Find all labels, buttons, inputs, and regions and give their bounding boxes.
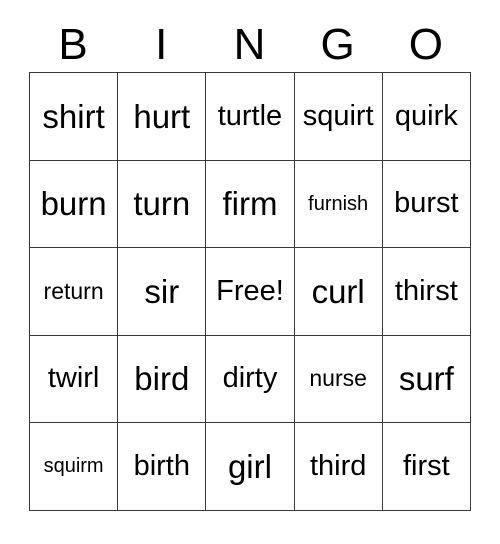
bingo-cell-word: sir bbox=[144, 272, 180, 310]
bingo-cell-word: turn bbox=[133, 185, 191, 223]
bingo-cell[interactable]: surf bbox=[382, 335, 471, 423]
bingo-cell-word: squirt bbox=[302, 99, 374, 132]
bingo-cell-word: burn bbox=[40, 185, 107, 223]
bingo-cell[interactable]: turn bbox=[118, 160, 207, 248]
bingo-cell-word: turtle bbox=[217, 99, 283, 132]
bingo-free-space-cell[interactable]: Free! bbox=[206, 248, 295, 336]
bingo-cell[interactable]: girl bbox=[206, 423, 295, 511]
bingo-header-letter-g: G bbox=[320, 20, 355, 69]
bingo-cell[interactable]: squirt bbox=[294, 73, 383, 161]
bingo-cell[interactable]: burn bbox=[30, 160, 119, 248]
bingo-cell-word: third bbox=[309, 449, 367, 482]
bingo-header-letter-i: I bbox=[155, 20, 168, 69]
bingo-cell-word: curl bbox=[311, 272, 365, 310]
bingo-cell[interactable]: first bbox=[382, 423, 471, 511]
bingo-cell[interactable]: squirm bbox=[30, 423, 119, 511]
bingo-cell[interactable]: thirst bbox=[382, 248, 471, 336]
bingo-cell[interactable]: return bbox=[30, 248, 119, 336]
bingo-card: B I N G O shirt hurt turtle squirt quirk burn turn… bbox=[29, 18, 471, 511]
bingo-free-space-label: Free! bbox=[216, 274, 284, 307]
bingo-cell[interactable]: quirk bbox=[382, 73, 471, 161]
bingo-cell[interactable]: dirty bbox=[206, 335, 295, 423]
bingo-cell[interactable]: firm bbox=[206, 160, 295, 248]
bingo-cell[interactable]: hurt bbox=[118, 73, 207, 161]
bingo-cell-word: nurse bbox=[309, 365, 367, 392]
bingo-cell[interactable]: bird bbox=[118, 335, 207, 423]
bingo-cell-word: hurt bbox=[133, 97, 191, 135]
bingo-header-letter-b: B bbox=[58, 20, 88, 69]
bingo-cell-word: girl bbox=[227, 447, 272, 485]
bingo-cell-word: return bbox=[43, 277, 104, 304]
bingo-cell[interactable]: curl bbox=[294, 248, 383, 336]
bingo-row: shirt hurt turtle squirt quirk bbox=[30, 73, 471, 161]
bingo-cell-word: thirst bbox=[394, 274, 458, 307]
bingo-cell[interactable]: furnish bbox=[294, 160, 383, 248]
bingo-header-row: BINGO bbox=[29, 18, 470, 72]
bingo-cell[interactable]: nurse bbox=[294, 335, 383, 423]
bingo-row: return sir Free! curl thirst bbox=[30, 248, 471, 336]
bingo-cell-word: dirty bbox=[222, 362, 278, 395]
bingo-header-letter-n: N bbox=[233, 20, 266, 69]
bingo-cell-word: squirm bbox=[43, 455, 104, 478]
bingo-cell-word: shirt bbox=[42, 97, 105, 135]
bingo-row: squirm birth girl third first bbox=[30, 423, 471, 511]
bingo-cell-word: twirl bbox=[47, 362, 100, 395]
bingo-cell[interactable]: sir bbox=[118, 248, 207, 336]
bingo-cell[interactable]: birth bbox=[118, 423, 207, 511]
bingo-row: burn turn firm furnish burst bbox=[30, 160, 471, 248]
bingo-grid: shirt hurt turtle squirt quirk burn turn firm fu… bbox=[29, 72, 471, 511]
bingo-cell[interactable]: third bbox=[294, 423, 383, 511]
bingo-cell-word: burst bbox=[394, 187, 459, 220]
bingo-cell-word: furnish bbox=[308, 192, 369, 215]
bingo-header-letter-o: O bbox=[408, 20, 443, 69]
bingo-cell[interactable]: turtle bbox=[206, 73, 295, 161]
bingo-cell-word: birth bbox=[133, 449, 190, 482]
bingo-cell-word: firm bbox=[222, 185, 278, 223]
bingo-cell[interactable]: shirt bbox=[30, 73, 119, 161]
bingo-row: twirl bird dirty nurse surf bbox=[30, 335, 471, 423]
bingo-cell-word: quirk bbox=[394, 99, 458, 132]
bingo-cell[interactable]: twirl bbox=[30, 335, 119, 423]
bingo-cell-word: surf bbox=[398, 360, 454, 398]
bingo-cell[interactable]: burst bbox=[382, 160, 471, 248]
bingo-cell-word: bird bbox=[134, 360, 190, 398]
bingo-cell-word: first bbox=[402, 449, 450, 482]
